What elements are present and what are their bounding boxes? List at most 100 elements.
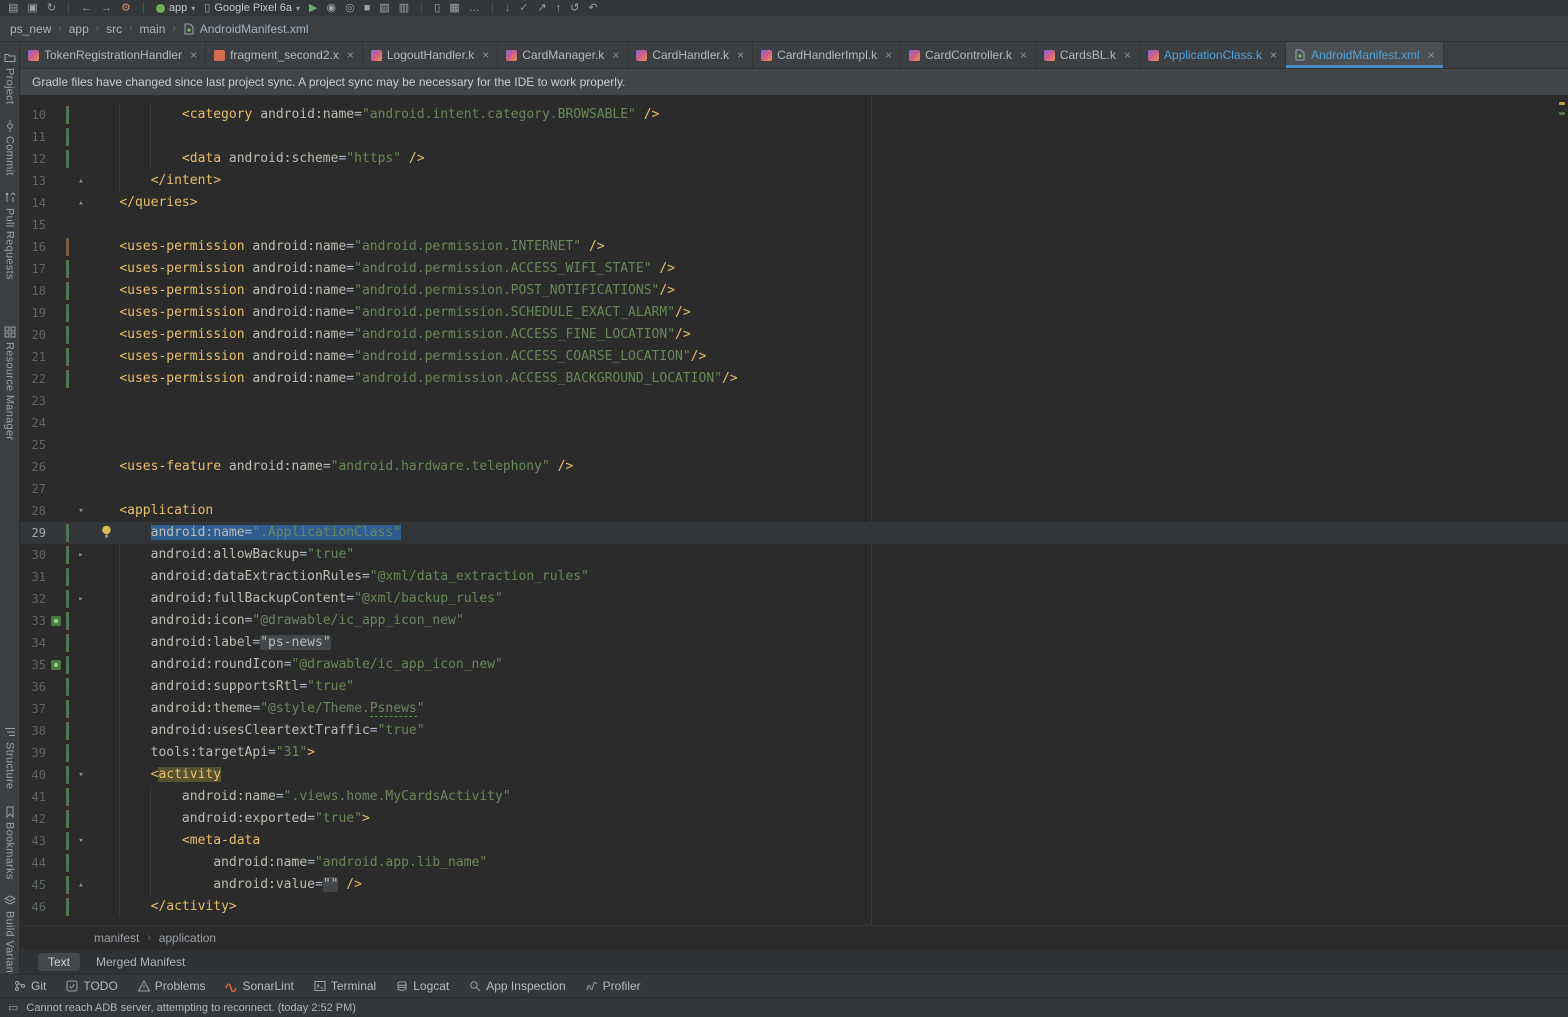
- toolwindow-button-sonarlint[interactable]: SonarLint: [225, 979, 293, 993]
- drawable-preview-icon[interactable]: [50, 615, 62, 627]
- fold-icon[interactable]: ▸: [78, 544, 83, 566]
- back-icon[interactable]: ←: [81, 1, 92, 15]
- breadcrumb-item-src[interactable]: src: [106, 22, 122, 36]
- code-text[interactable]: <uses-permission android:name="android.p…: [88, 346, 1568, 368]
- tab-cardhandler-k[interactable]: CardHandler.k×: [628, 42, 753, 68]
- code-text[interactable]: android:value="" />: [88, 874, 1568, 896]
- line-number[interactable]: 27: [20, 478, 46, 500]
- code-text[interactable]: <uses-permission android:name="android.p…: [88, 258, 1568, 280]
- code-text[interactable]: <uses-permission android:name="android.p…: [88, 324, 1568, 346]
- line-number[interactable]: 38: [20, 720, 46, 742]
- line-number[interactable]: 12: [20, 148, 46, 170]
- fold-icon[interactable]: ▴: [78, 874, 83, 896]
- code-line-27[interactable]: 27: [20, 478, 1568, 500]
- code-text[interactable]: <uses-feature android:name="android.hard…: [88, 456, 1568, 478]
- intention-bulb-icon[interactable]: [100, 525, 113, 540]
- line-number[interactable]: 19: [20, 302, 46, 324]
- breadcrumb-item-main[interactable]: main: [139, 22, 165, 36]
- device-selector[interactable]: ▯ Google Pixel 6a ▾: [204, 1, 300, 15]
- toolwindow-button-logcat[interactable]: Logcat: [396, 979, 449, 993]
- code-line-35[interactable]: 35 android:roundIcon="@drawable/ic_app_i…: [20, 654, 1568, 676]
- toolwindow-button-problems[interactable]: Problems: [138, 979, 206, 993]
- profiler-icon[interactable]: ▧: [379, 1, 389, 15]
- fold-icon[interactable]: ▾: [78, 500, 83, 522]
- line-number[interactable]: 23: [20, 390, 46, 412]
- line-number[interactable]: 31: [20, 566, 46, 588]
- line-number[interactable]: 30: [20, 544, 46, 566]
- stop-icon[interactable]: ■: [364, 1, 371, 15]
- code-line-41[interactable]: 41 android:name=".views.home.MyCardsActi…: [20, 786, 1568, 808]
- code-text[interactable]: [88, 412, 1568, 434]
- line-number[interactable]: 14: [20, 192, 46, 214]
- forward-icon[interactable]: →: [101, 1, 112, 15]
- code-text[interactable]: <application: [88, 500, 1568, 522]
- tab-cardcontroller-k[interactable]: CardController.k×: [901, 42, 1036, 68]
- code-line-23[interactable]: 23: [20, 390, 1568, 412]
- line-number[interactable]: 36: [20, 676, 46, 698]
- fold-icon[interactable]: ▴: [78, 192, 83, 214]
- layout-inspector-icon[interactable]: ▦: [449, 1, 459, 15]
- code-line-24[interactable]: 24: [20, 412, 1568, 434]
- close-icon[interactable]: ×: [1020, 48, 1027, 62]
- fold-icon[interactable]: ▸: [78, 588, 83, 610]
- xml-breadcrumb-application[interactable]: application: [159, 931, 216, 945]
- open-icon[interactable]: ▤: [8, 1, 18, 15]
- code-line-45[interactable]: 45▴ android:value="" />: [20, 874, 1568, 896]
- line-number[interactable]: 11: [20, 126, 46, 148]
- code-line-22[interactable]: 22 <uses-permission android:name="androi…: [20, 368, 1568, 390]
- code-text[interactable]: <uses-permission android:name="android.p…: [88, 280, 1568, 302]
- code-text[interactable]: android:icon="@drawable/ic_app_icon_new": [88, 610, 1568, 632]
- tab-applicationclass-k[interactable]: ApplicationClass.k×: [1140, 42, 1286, 68]
- close-icon[interactable]: ×: [737, 48, 744, 62]
- code-line-44[interactable]: 44 android:name="android.app.lib_name": [20, 852, 1568, 874]
- line-number[interactable]: 39: [20, 742, 46, 764]
- line-number[interactable]: 32: [20, 588, 46, 610]
- code-line-26[interactable]: 26 <uses-feature android:name="android.h…: [20, 456, 1568, 478]
- code-text[interactable]: [88, 214, 1568, 236]
- sidebar-item-structure[interactable]: Structure: [4, 726, 16, 789]
- run-configuration-selector[interactable]: app ▾: [156, 2, 195, 14]
- code-line-17[interactable]: 17 <uses-permission android:name="androi…: [20, 258, 1568, 280]
- line-number[interactable]: 13: [20, 170, 46, 192]
- code-text[interactable]: android:name="android.app.lib_name": [88, 852, 1568, 874]
- build-icon[interactable]: ⚙: [121, 1, 131, 15]
- code-text[interactable]: <meta-data: [88, 830, 1568, 852]
- code-line-20[interactable]: 20 <uses-permission android:name="androi…: [20, 324, 1568, 346]
- line-number[interactable]: 17: [20, 258, 46, 280]
- view-tab-merged-manifest[interactable]: Merged Manifest: [86, 953, 195, 971]
- line-number[interactable]: 18: [20, 280, 46, 302]
- line-number[interactable]: 43: [20, 830, 46, 852]
- view-tab-text[interactable]: Text: [38, 953, 80, 971]
- line-number[interactable]: 10: [20, 104, 46, 126]
- line-number[interactable]: 21: [20, 346, 46, 368]
- sidebar-item-build-variants[interactable]: Build Variants: [4, 895, 16, 982]
- code-text[interactable]: <activity: [88, 764, 1568, 786]
- sidebar-item-bookmarks[interactable]: Bookmarks: [4, 806, 16, 880]
- line-number[interactable]: 40: [20, 764, 46, 786]
- code-text[interactable]: <data android:scheme="https" />: [88, 148, 1568, 170]
- code-line-14[interactable]: 14▴ </queries>: [20, 192, 1568, 214]
- debug-icon[interactable]: ◉: [327, 1, 337, 15]
- breadcrumb-file[interactable]: AndroidManifest.xml: [183, 22, 309, 36]
- code-editor[interactable]: 10 <category android:name="android.inten…: [20, 96, 1568, 925]
- tab-fragment-second2-x[interactable]: fragment_second2.x×: [206, 42, 363, 68]
- line-number[interactable]: 24: [20, 412, 46, 434]
- code-line-13[interactable]: 13▴ </intent>: [20, 170, 1568, 192]
- tab-androidmanifest-xml[interactable]: AndroidManifest.xml×: [1286, 42, 1444, 68]
- update-project-icon[interactable]: ↓: [505, 1, 511, 15]
- code-text[interactable]: </intent>: [88, 170, 1568, 192]
- tab-cardmanager-k[interactable]: CardManager.k×: [498, 42, 628, 68]
- line-number[interactable]: 15: [20, 214, 46, 236]
- tab-tokenregistrationhandler[interactable]: TokenRegistrationHandler×: [20, 42, 206, 68]
- code-text[interactable]: [88, 434, 1568, 456]
- code-line-40[interactable]: 40▾ <activity: [20, 764, 1568, 786]
- close-icon[interactable]: ×: [885, 48, 892, 62]
- code-text[interactable]: android:supportsRtl="true": [88, 676, 1568, 698]
- run-icon[interactable]: ▶: [309, 1, 317, 15]
- code-line-34[interactable]: 34 android:label="ps-news": [20, 632, 1568, 654]
- line-number[interactable]: 22: [20, 368, 46, 390]
- toolwindow-button-git[interactable]: Git: [14, 979, 46, 993]
- code-line-42[interactable]: 42 android:exported="true">: [20, 808, 1568, 830]
- line-number[interactable]: 46: [20, 896, 46, 918]
- code-text[interactable]: </activity>: [88, 896, 1568, 918]
